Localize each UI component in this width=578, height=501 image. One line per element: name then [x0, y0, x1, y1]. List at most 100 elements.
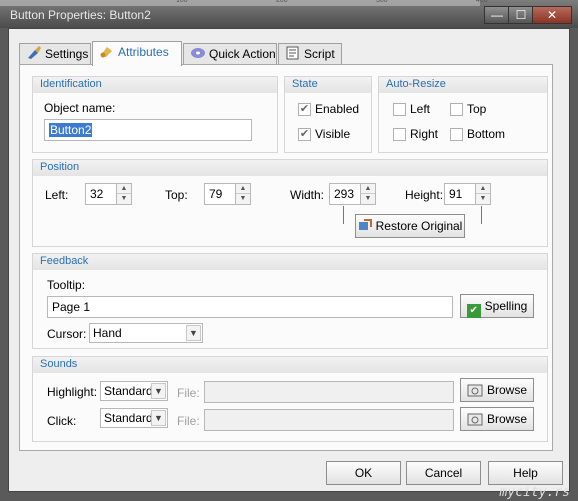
left-pos-input[interactable]: 32 — [85, 183, 117, 205]
folder-icon — [467, 413, 483, 426]
cursor-value: Hand — [93, 326, 122, 340]
object-name-label: Object name: — [44, 101, 116, 115]
object-name-input[interactable]: Button2 — [44, 119, 252, 141]
tab-settings[interactable]: Settings — [19, 43, 91, 65]
highlight-sound-select[interactable]: Standard ▼ — [100, 381, 168, 401]
link-line-left — [343, 206, 344, 224]
highlight-file-input[interactable] — [204, 381, 454, 403]
auto-resize-group: Auto-Resize Left Top Right Bottom — [378, 76, 548, 153]
disc-icon — [191, 48, 205, 58]
group-header: Position — [33, 160, 547, 176]
spelling-button[interactable]: ✔ Spelling — [460, 294, 534, 318]
height-input[interactable]: 91 — [444, 183, 476, 205]
chevron-down-icon[interactable]: ▼ — [186, 325, 201, 341]
highlight-label: Highlight: — [47, 385, 98, 399]
cursor-label: Cursor: — [47, 327, 87, 341]
chevron-down-icon[interactable]: ▼ — [151, 410, 166, 426]
sounds-group: Sounds Highlight: Standard ▼ File: Brows… — [32, 356, 548, 442]
tab-label: Settings — [45, 47, 89, 61]
dialog-client: Settings Attributes Quick Action Script … — [8, 28, 570, 492]
ruler-mark: 200 — [276, 0, 288, 4]
left-pos-spinner[interactable]: ▲ ▼ — [116, 183, 132, 205]
state-group: State ✔ Enabled ✔ Visible — [284, 76, 372, 153]
folder-icon — [467, 384, 483, 397]
highlight-sound-value: Standard — [104, 384, 153, 398]
bottom-label: Bottom — [467, 127, 506, 141]
cancel-button[interactable]: Cancel — [406, 461, 481, 485]
attributes-panel: Identification Object name: Button2 Stat… — [19, 64, 553, 451]
close-button[interactable]: ✕ — [532, 6, 572, 24]
ruler-mark: 100 — [176, 0, 188, 4]
click-sound-select[interactable]: Standard ▼ — [100, 408, 168, 428]
ruler-mark: 300 — [376, 0, 388, 4]
restore-icon — [358, 219, 372, 230]
position-group: Position Left: 32 ▲ ▼ Top: 79 ▲ ▼ Width: 2… — [32, 159, 548, 247]
height-spinner[interactable]: ▲ ▼ — [475, 183, 491, 205]
width-spinner[interactable]: ▲ ▼ — [360, 183, 376, 205]
top-pos-input[interactable]: 79 — [204, 183, 236, 205]
group-header: Sounds — [33, 357, 547, 373]
ruler: 100 200 300 400 — [0, 0, 488, 6]
paint-icon — [100, 47, 112, 58]
window-title: Button Properties: Button2 — [10, 8, 151, 22]
width-label: Width: — [290, 188, 325, 202]
top-pos-label: Top: — [165, 188, 188, 202]
enabled-label: Enabled — [315, 102, 360, 116]
group-header: Feedback — [33, 254, 547, 270]
check-icon: ✔ — [466, 304, 481, 318]
ok-button[interactable]: OK — [326, 461, 401, 485]
group-header: Auto-Resize — [379, 77, 547, 93]
help-button[interactable]: Help — [488, 461, 563, 485]
tooltip-label: Tooltip: — [47, 278, 86, 292]
spelling-label: Spelling — [484, 299, 528, 313]
chevron-down-icon[interactable]: ▼ — [151, 383, 166, 399]
left-pos-label: Left: — [45, 188, 69, 202]
dialog-window: 100 200 300 400 Button Properties: Butto… — [0, 0, 578, 501]
click-sound-value: Standard — [104, 411, 153, 425]
tab-script[interactable]: Script — [278, 43, 342, 65]
right-label: Right — [410, 127, 439, 141]
tab-attributes[interactable]: Attributes — [92, 41, 182, 66]
restore-label: Restore Original — [375, 219, 463, 233]
width-input[interactable]: 293 — [329, 183, 361, 205]
watermark: mycity.rs — [499, 485, 570, 500]
browse-label: Browse — [486, 383, 527, 397]
right-checkbox[interactable] — [393, 128, 406, 141]
top-checkbox[interactable] — [450, 103, 463, 116]
maximize-button[interactable]: ☐ — [508, 6, 534, 24]
highlight-browse-button[interactable]: Browse — [460, 378, 534, 402]
minimize-button[interactable]: — — [484, 6, 510, 24]
cursor-select[interactable]: Hand ▼ — [89, 323, 203, 343]
left-checkbox[interactable] — [393, 103, 406, 116]
tab-quick-action[interactable]: Quick Action — [183, 43, 277, 65]
browse-label: Browse — [486, 412, 527, 426]
height-label: Height: — [405, 188, 444, 202]
highlight-file-label: File: — [177, 386, 200, 400]
brush-icon — [28, 46, 41, 59]
enabled-checkbox[interactable]: ✔ — [298, 103, 311, 116]
script-icon — [286, 46, 299, 60]
link-line-right — [481, 206, 482, 224]
feedback-group: Feedback Tooltip: Page 1 ✔ Spelling Curso… — [32, 253, 548, 349]
identification-group: Identification Object name: Button2 — [32, 76, 278, 153]
ruler-mark: 400 — [476, 0, 488, 4]
visible-checkbox[interactable]: ✔ — [298, 128, 311, 141]
click-file-input[interactable] — [204, 409, 454, 431]
title-bar[interactable]: 100 200 300 400 Button Properties: Butto… — [0, 0, 578, 28]
click-file-label: File: — [177, 414, 200, 428]
tab-label: Quick Action — [209, 47, 276, 61]
restore-original-button[interactable]: Restore Original — [355, 214, 465, 238]
visible-label: Visible — [315, 127, 351, 141]
group-header: Identification — [33, 77, 277, 93]
top-label: Top — [467, 102, 487, 116]
left-label: Left — [410, 102, 431, 116]
bottom-checkbox[interactable] — [450, 128, 463, 141]
click-browse-button[interactable]: Browse — [460, 407, 534, 431]
tooltip-input[interactable]: Page 1 — [47, 296, 453, 318]
tab-label: Attributes — [118, 45, 169, 59]
group-header: State — [285, 77, 371, 93]
click-label: Click: — [47, 414, 77, 428]
tab-label: Script — [304, 47, 335, 61]
object-name-value: Button2 — [49, 123, 93, 137]
top-pos-spinner[interactable]: ▲ ▼ — [235, 183, 251, 205]
